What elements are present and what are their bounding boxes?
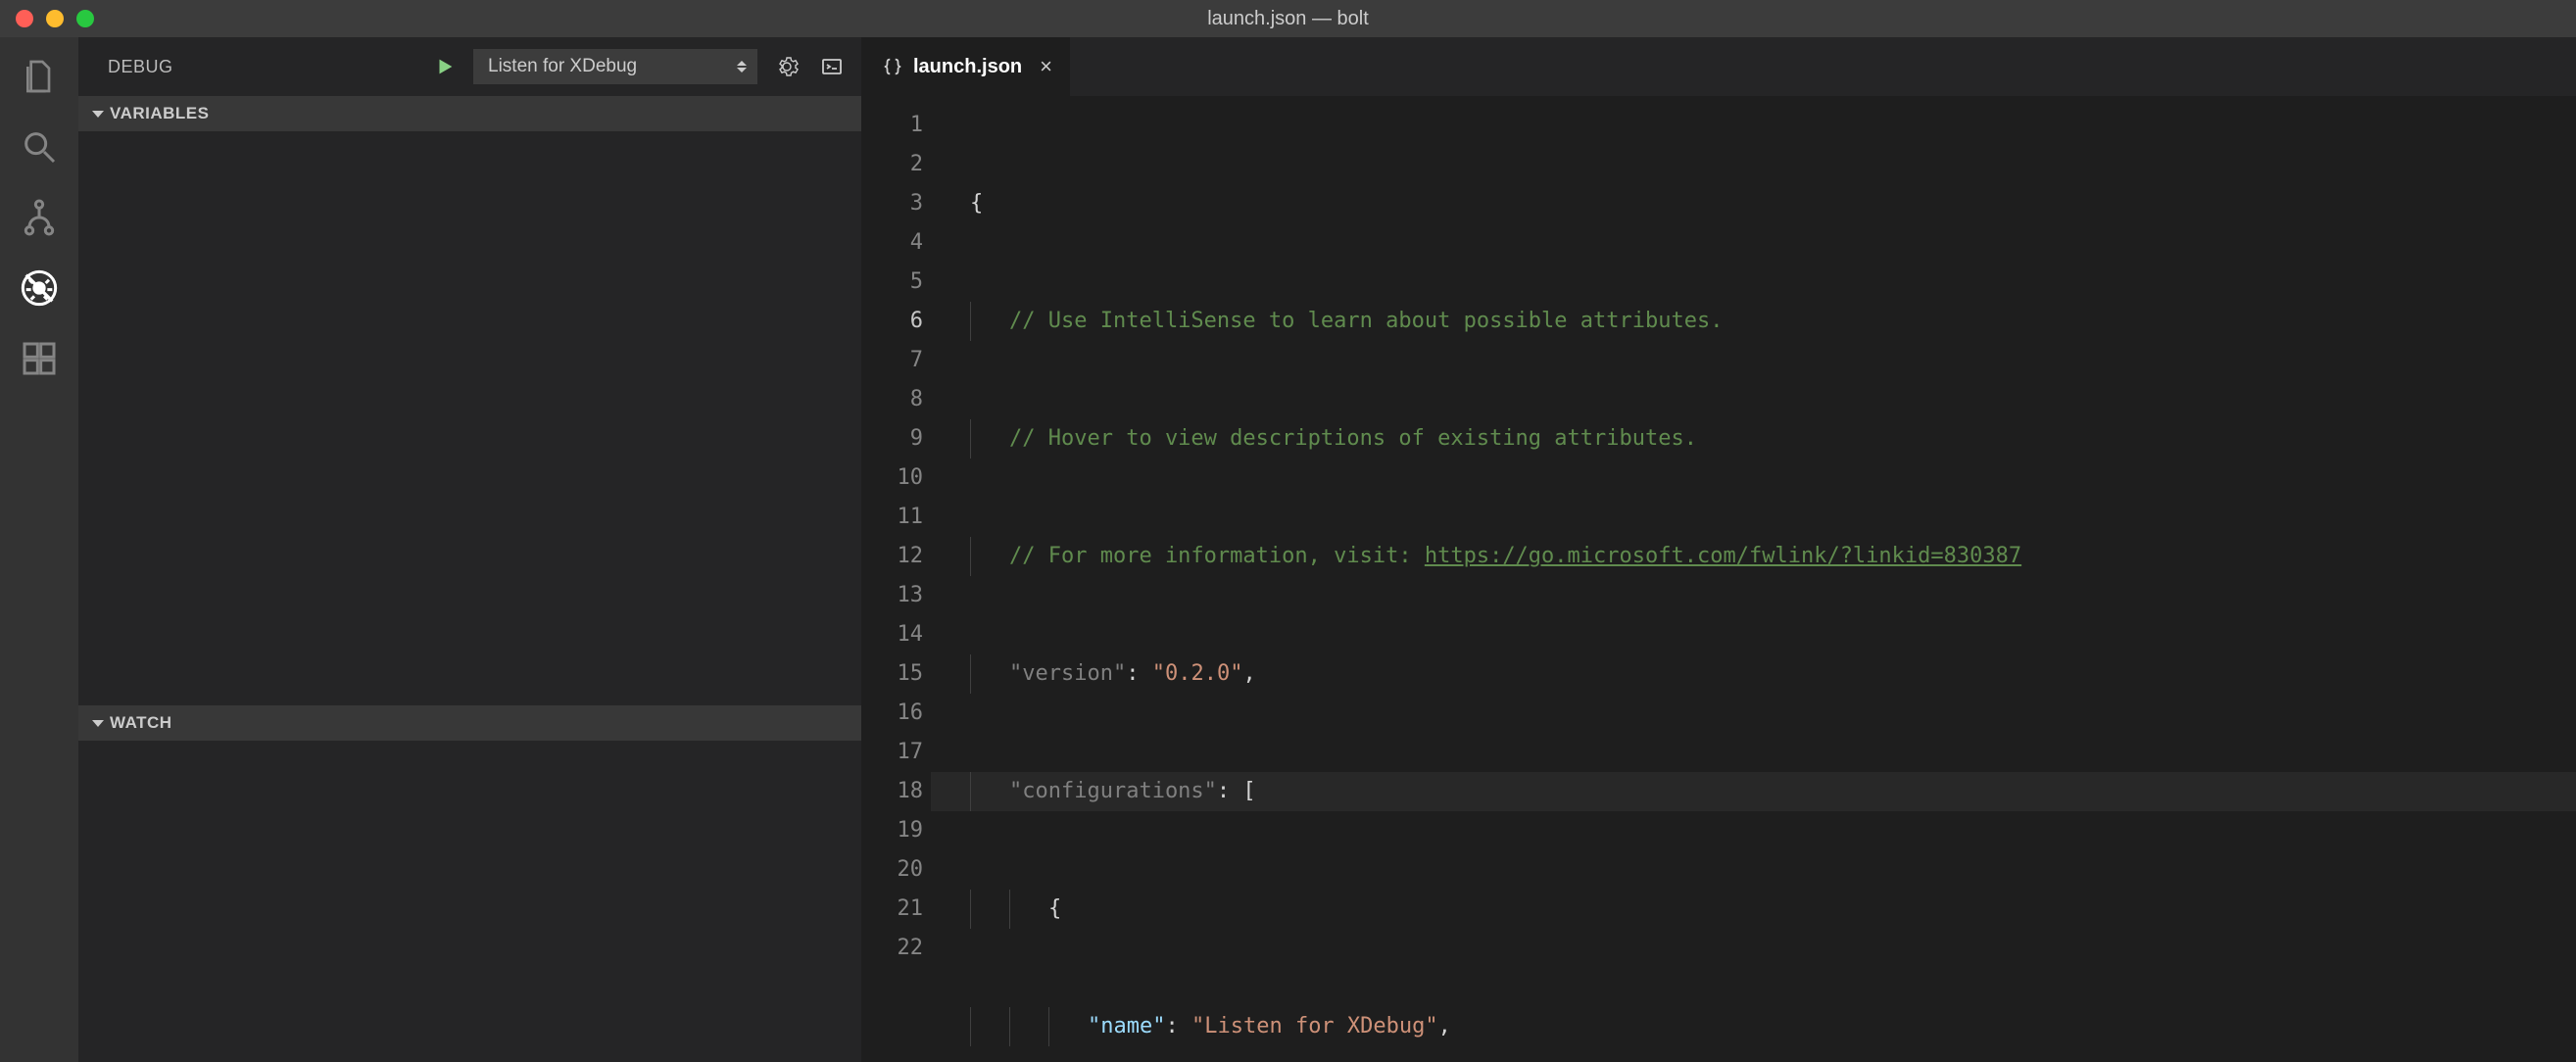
variables-panel-title: VARIABLES bbox=[110, 104, 209, 123]
tab-label: launch.json bbox=[913, 56, 1022, 78]
activity-bar bbox=[0, 37, 78, 1062]
editor-area: launch.json × 1 2 3 4 5 6 7 8 9 10 11 bbox=[862, 37, 2576, 1062]
explorer-icon[interactable] bbox=[18, 55, 61, 98]
titlebar: launch.json — bolt bbox=[0, 0, 2576, 37]
extensions-icon[interactable] bbox=[18, 337, 61, 380]
watch-panel-header[interactable]: WATCH bbox=[78, 705, 861, 741]
window: launch.json — bolt DEBUG bbox=[0, 0, 2576, 1062]
chevron-updown-icon bbox=[737, 61, 747, 72]
debug-icon[interactable] bbox=[18, 266, 61, 310]
window-controls bbox=[0, 10, 94, 27]
close-icon[interactable]: × bbox=[1040, 54, 1052, 79]
main: DEBUG Listen for XDebug VARIA bbox=[0, 37, 2576, 1062]
variables-panel-body bbox=[78, 131, 861, 705]
watch-panel-title: WATCH bbox=[110, 713, 172, 733]
chevron-down-icon bbox=[92, 720, 104, 727]
watch-panel-body bbox=[78, 741, 861, 1062]
maximize-window-button[interactable] bbox=[76, 10, 94, 27]
variables-panel: VARIABLES bbox=[78, 96, 861, 705]
tab-bar: launch.json × bbox=[862, 37, 2576, 96]
search-icon[interactable] bbox=[18, 125, 61, 169]
debug-header: DEBUG Listen for XDebug bbox=[78, 37, 861, 96]
gear-icon[interactable] bbox=[771, 51, 802, 82]
code-editor[interactable]: 1 2 3 4 5 6 7 8 9 10 11 12 13 14 15 16 1 bbox=[862, 96, 2576, 1062]
scm-icon[interactable] bbox=[18, 196, 61, 239]
watch-panel: WATCH bbox=[78, 705, 861, 1062]
debug-title: DEBUG bbox=[108, 57, 173, 77]
close-window-button[interactable] bbox=[16, 10, 33, 27]
start-debugging-button[interactable] bbox=[430, 52, 460, 81]
debug-config-select[interactable]: Listen for XDebug bbox=[473, 49, 757, 84]
line-number-gutter: 1 2 3 4 5 6 7 8 9 10 11 12 13 14 15 16 1 bbox=[862, 106, 931, 1062]
minimize-window-button[interactable] bbox=[46, 10, 64, 27]
variables-panel-header[interactable]: VARIABLES bbox=[78, 96, 861, 131]
code-content[interactable]: { // Use IntelliSense to learn about pos… bbox=[931, 106, 2576, 1062]
tab-launch-json[interactable]: launch.json × bbox=[862, 37, 1071, 96]
chevron-down-icon bbox=[92, 111, 104, 118]
debug-sidebar: DEBUG Listen for XDebug VARIA bbox=[78, 37, 862, 1062]
debug-console-icon[interactable] bbox=[816, 51, 848, 82]
debug-config-selected: Listen for XDebug bbox=[488, 56, 637, 77]
json-icon bbox=[882, 56, 903, 77]
window-title: launch.json — bolt bbox=[1207, 8, 1369, 30]
